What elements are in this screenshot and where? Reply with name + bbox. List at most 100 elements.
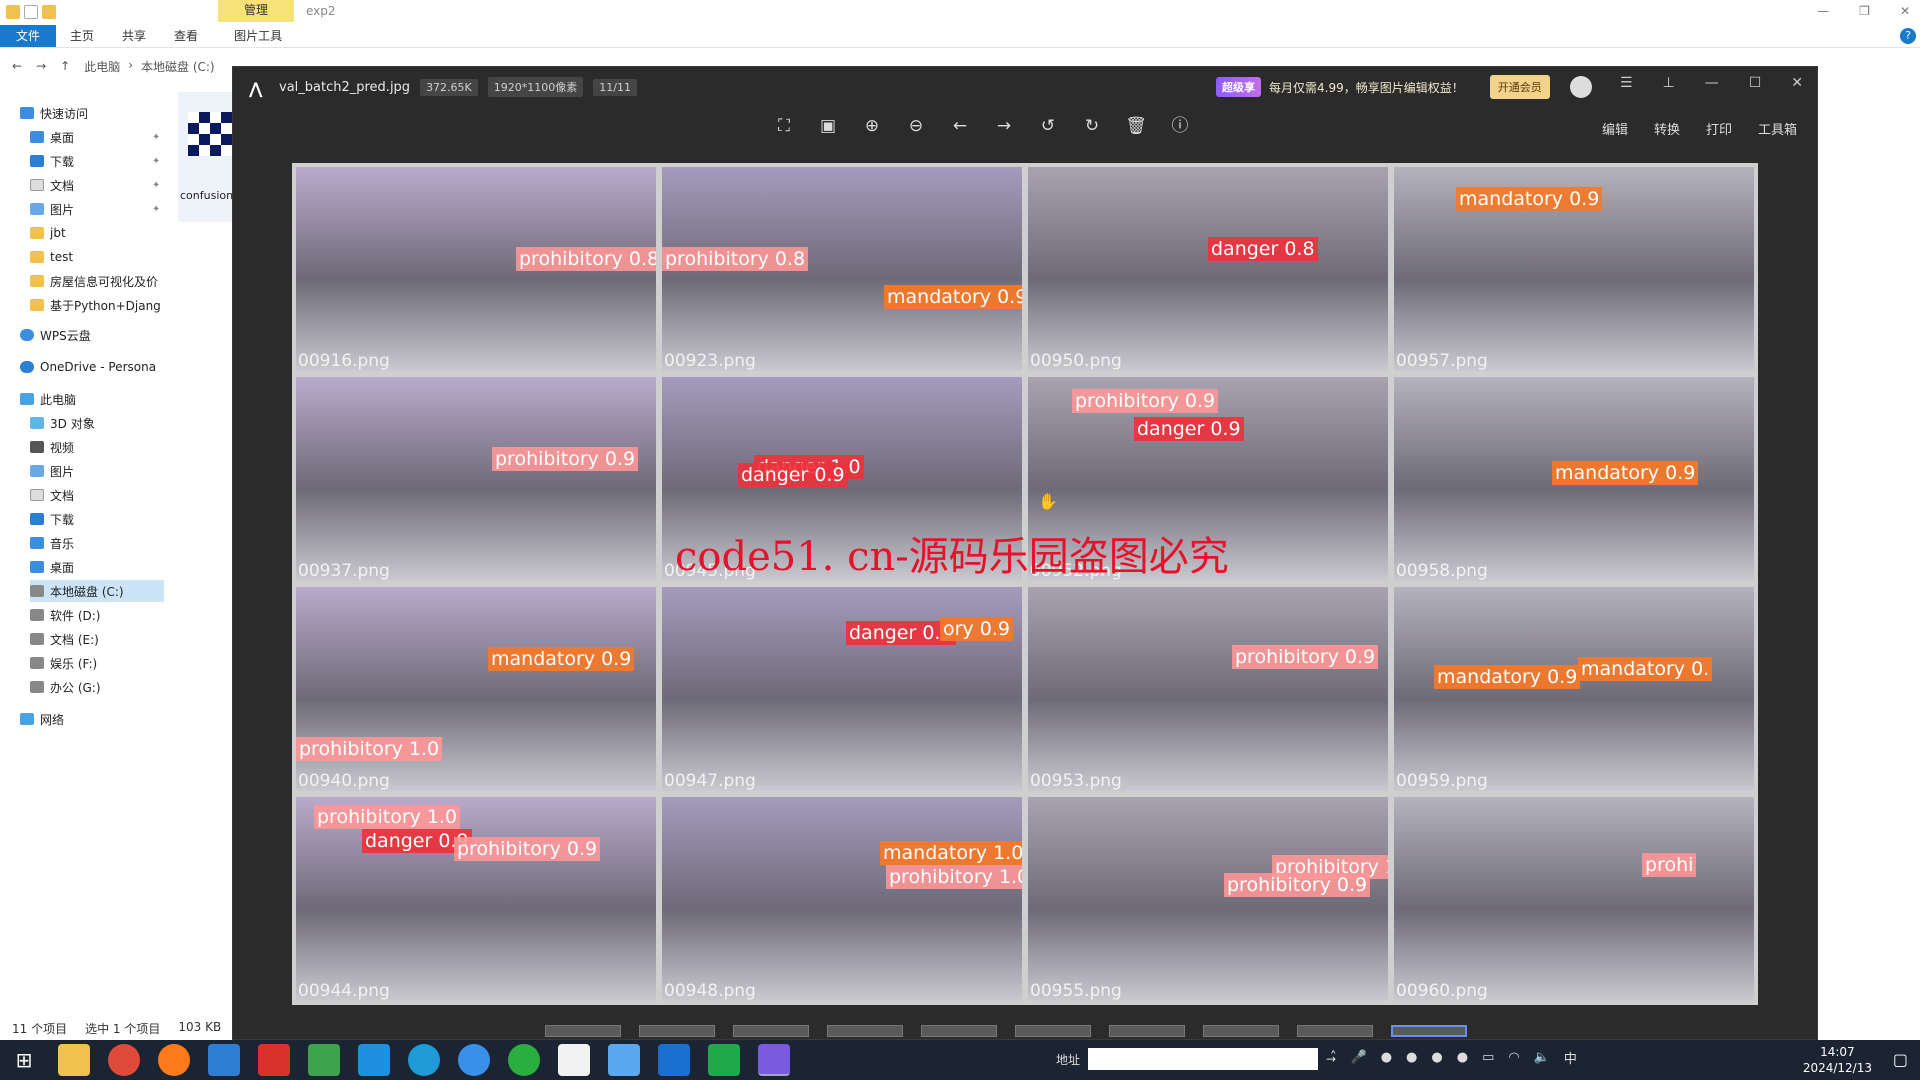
back-icon[interactable]: ← bbox=[12, 59, 22, 73]
avatar[interactable] bbox=[1569, 76, 1592, 98]
close-icon[interactable]: ✕ bbox=[1791, 75, 1803, 91]
nav-item[interactable]: 房屋信息可视化及价 bbox=[30, 270, 158, 292]
pin-icon[interactable]: ⊥ bbox=[1663, 75, 1675, 91]
vscode-icon[interactable] bbox=[208, 1044, 240, 1076]
nav-item[interactable]: 基于Python+Djang bbox=[30, 294, 161, 316]
wps-icon[interactable] bbox=[258, 1044, 290, 1076]
clock[interactable]: 14:07 2024/12/13 bbox=[1803, 1044, 1872, 1076]
nav-item[interactable]: 3D 对象 bbox=[30, 412, 95, 434]
filmstrip-thumb[interactable] bbox=[639, 1025, 715, 1037]
app-icon[interactable] bbox=[658, 1044, 690, 1076]
nav-item[interactable]: 音乐 bbox=[30, 532, 74, 554]
nav-item-selected[interactable]: 本地磁盘 (C:) bbox=[30, 580, 164, 602]
tray-app-icon[interactable]: ● bbox=[1381, 1050, 1392, 1065]
minimize-icon[interactable]: — bbox=[1817, 4, 1829, 18]
nav-this-pc[interactable]: 此电脑 bbox=[20, 388, 76, 410]
nav-item[interactable]: 娱乐 (F:) bbox=[30, 652, 97, 674]
forward-icon[interactable]: → bbox=[36, 59, 46, 73]
nav-item[interactable]: 桌面 ✦ bbox=[30, 126, 160, 148]
pin-icon[interactable]: ✦ bbox=[152, 204, 160, 215]
notification-icon[interactable]: ▢ bbox=[1893, 1050, 1908, 1069]
nav-wps-cloud[interactable]: WPS云盘 bbox=[20, 324, 91, 346]
file-thumbnail[interactable]: confusion_matrix.pn bbox=[178, 92, 292, 222]
filmstrip-thumb[interactable] bbox=[733, 1025, 809, 1037]
nav-item[interactable]: 图片 ✦ bbox=[30, 198, 160, 220]
toolbox-button[interactable]: 工具箱 bbox=[1758, 119, 1797, 138]
zoom-out-icon[interactable]: ⊖ bbox=[905, 115, 927, 137]
wifi-icon[interactable]: ◠ bbox=[1508, 1050, 1519, 1065]
nav-item[interactable]: 桌面 bbox=[30, 556, 74, 578]
next-icon[interactable]: → bbox=[993, 115, 1015, 137]
nav-item[interactable]: 下载 bbox=[30, 508, 74, 530]
filmstrip-thumb[interactable] bbox=[545, 1025, 621, 1037]
word-icon[interactable] bbox=[358, 1044, 390, 1076]
volume-icon[interactable]: 🔈 bbox=[1534, 1050, 1550, 1065]
folder-icon[interactable] bbox=[6, 5, 20, 19]
browser-icon[interactable] bbox=[458, 1044, 490, 1076]
nav-item[interactable]: 办公 (G:) bbox=[30, 676, 101, 698]
file-explorer-icon[interactable] bbox=[58, 1044, 90, 1076]
up-icon[interactable]: ↑ bbox=[60, 59, 70, 73]
breadcrumb-item[interactable]: 此电脑 bbox=[84, 58, 120, 75]
firefox-icon[interactable] bbox=[158, 1044, 190, 1076]
tray-app-icon[interactable]: ● bbox=[1406, 1050, 1417, 1065]
nav-onedrive[interactable]: OneDrive - Persona bbox=[20, 356, 156, 378]
manage-context-tab[interactable]: 管理 bbox=[218, 0, 294, 22]
notepad-icon[interactable] bbox=[308, 1044, 340, 1076]
nav-item[interactable]: 文档 bbox=[30, 484, 74, 506]
filmstrip-thumb[interactable] bbox=[1015, 1025, 1091, 1037]
edge-icon[interactable] bbox=[408, 1044, 440, 1076]
nav-item[interactable]: jbt bbox=[30, 222, 66, 244]
edit-button[interactable]: 编辑 bbox=[1602, 119, 1628, 138]
nav-item[interactable]: 文档 ✦ bbox=[30, 174, 160, 196]
zoom-in-icon[interactable]: ⊕ bbox=[861, 115, 883, 137]
properties-icon[interactable] bbox=[24, 5, 38, 19]
microphone-icon[interactable]: 🎤 bbox=[1351, 1050, 1367, 1065]
nav-quick-access[interactable]: 快速访问 bbox=[20, 102, 88, 124]
image-viewer-icon[interactable] bbox=[758, 1044, 790, 1076]
tab-file[interactable]: 文件 bbox=[0, 25, 57, 47]
tab-share[interactable]: 共享 bbox=[108, 25, 160, 47]
tab-view[interactable]: 查看 bbox=[160, 25, 212, 47]
ime-indicator[interactable]: 中 bbox=[1564, 1048, 1577, 1067]
nav-item[interactable]: 图片 bbox=[30, 460, 74, 482]
help-icon[interactable]: ? bbox=[1900, 28, 1916, 44]
filmstrip-thumb[interactable] bbox=[827, 1025, 903, 1037]
nav-item[interactable]: 视频 bbox=[30, 436, 74, 458]
new-folder-icon[interactable] bbox=[42, 5, 56, 19]
maximize-icon[interactable]: ❐ bbox=[1859, 4, 1870, 18]
pycharm-icon[interactable] bbox=[708, 1044, 740, 1076]
delete-icon[interactable]: 🗑 bbox=[1125, 115, 1147, 137]
filmstrip-thumb[interactable] bbox=[1109, 1025, 1185, 1037]
rotate-left-icon[interactable]: ↺ bbox=[1037, 115, 1059, 137]
chevron-up-icon[interactable]: ˄ bbox=[1330, 1050, 1337, 1065]
minimize-icon[interactable]: — bbox=[1705, 75, 1719, 91]
battery-icon[interactable]: ▭ bbox=[1482, 1050, 1494, 1065]
fullscreen-icon[interactable]: ⛶ bbox=[773, 115, 795, 137]
close-icon[interactable]: ✕ bbox=[1900, 4, 1910, 18]
nav-item[interactable]: 软件 (D:) bbox=[30, 604, 100, 626]
tab-picture-tools[interactable]: 图片工具 bbox=[220, 25, 296, 47]
previous-icon[interactable]: ← bbox=[949, 115, 971, 137]
nav-item[interactable]: 文档 (E:) bbox=[30, 628, 99, 650]
filmstrip-thumb[interactable] bbox=[1297, 1025, 1373, 1037]
tab-home[interactable]: 主页 bbox=[56, 25, 108, 47]
app-icon[interactable] bbox=[608, 1044, 640, 1076]
breadcrumb-item[interactable]: 本地磁盘 (C:) bbox=[141, 58, 215, 75]
info-icon[interactable]: ⓘ bbox=[1169, 115, 1191, 137]
nav-item[interactable]: 下载 ✦ bbox=[30, 150, 160, 172]
address-input[interactable] bbox=[1088, 1048, 1319, 1070]
qq-icon[interactable] bbox=[558, 1044, 590, 1076]
filmstrip-thumb[interactable] bbox=[1203, 1025, 1279, 1037]
nav-network[interactable]: 网络 bbox=[20, 708, 64, 730]
actual-size-icon[interactable]: ▣ bbox=[817, 115, 839, 137]
maximize-icon[interactable]: ☐ bbox=[1749, 75, 1762, 91]
tray-app-icon[interactable]: ● bbox=[1457, 1050, 1468, 1065]
convert-button[interactable]: 转换 bbox=[1654, 119, 1680, 138]
pin-icon[interactable]: ✦ bbox=[152, 180, 160, 191]
open-vip-button[interactable]: 开通会员 bbox=[1489, 75, 1550, 99]
nav-item[interactable]: test bbox=[30, 246, 73, 268]
tray-app-icon[interactable]: ● bbox=[1431, 1050, 1442, 1065]
print-button[interactable]: 打印 bbox=[1706, 119, 1732, 138]
filmstrip-thumb[interactable] bbox=[921, 1025, 997, 1037]
